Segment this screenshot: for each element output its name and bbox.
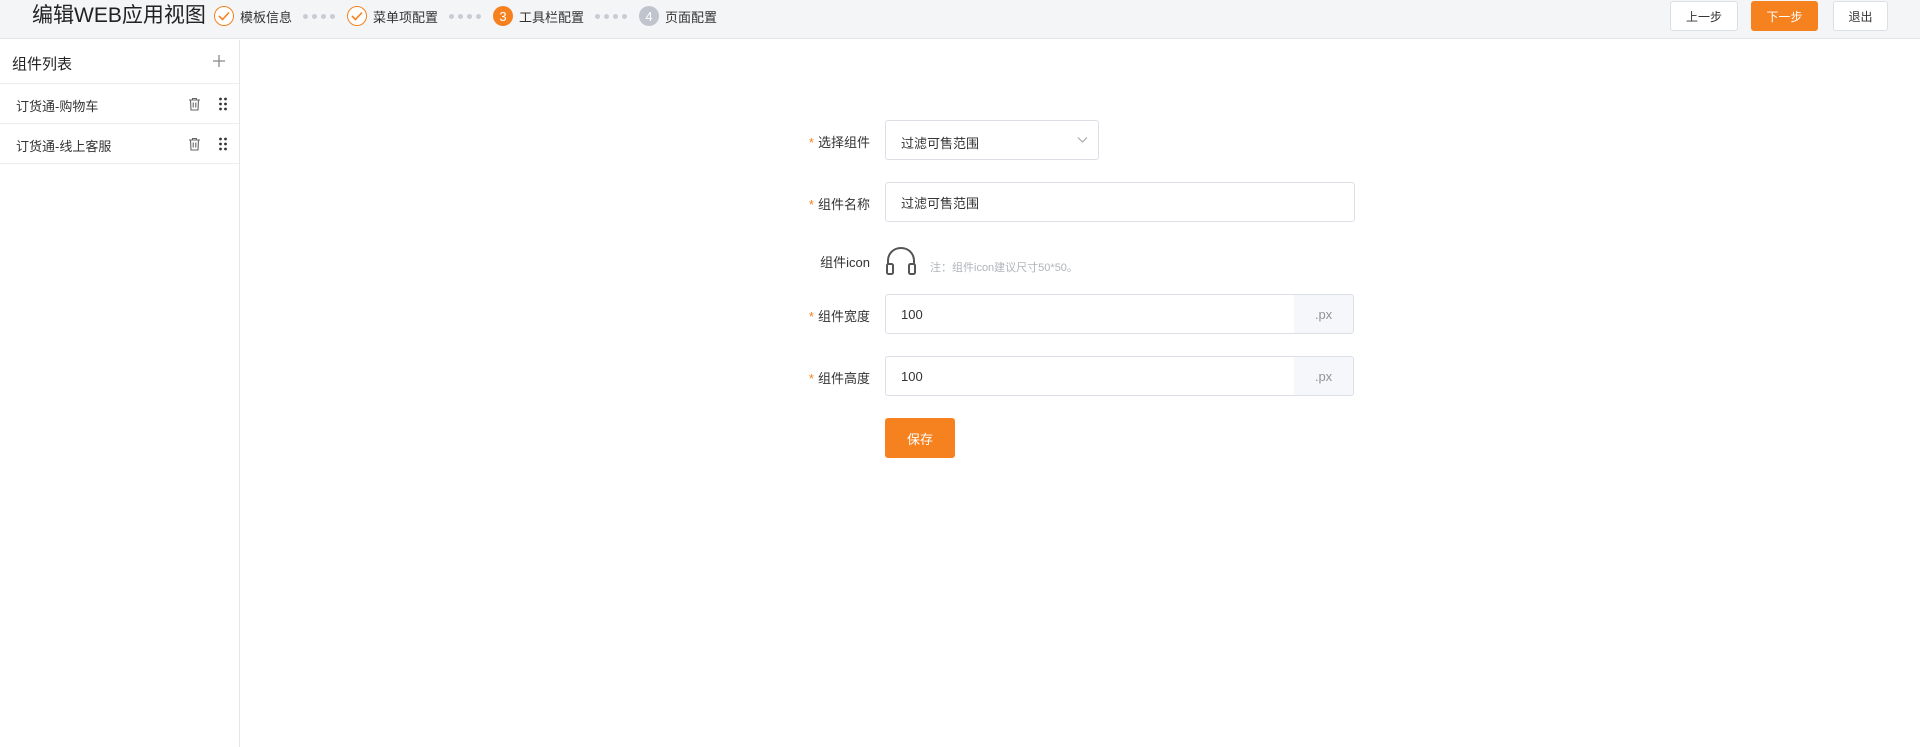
- field-label: 组件高度: [817, 371, 870, 386]
- list-item[interactable]: 订货通-线上客服: [0, 124, 239, 164]
- step-menu-config[interactable]: 菜单项配置: [347, 6, 438, 26]
- step-number: 3: [493, 6, 514, 26]
- step-connector: [449, 13, 482, 19]
- select-value: 过滤可售范围: [901, 136, 980, 151]
- step-label: 工具栏配置: [519, 9, 585, 25]
- step-connector: [303, 13, 336, 19]
- width-unit-addon: .px: [1294, 294, 1354, 334]
- trash-icon[interactable]: [188, 97, 201, 111]
- sidebar-header: 组件列表: [0, 40, 239, 84]
- field-label: 选择组件: [817, 135, 870, 150]
- chevron-down-icon: [1077, 137, 1088, 143]
- component-width-label: * 组件宽度: [760, 306, 870, 325]
- page-header: 编辑WEB应用视图 模板信息 菜单项配置 3 工具栏配置 4 页面配置 上一步 …: [0, 0, 1920, 39]
- required-mark: *: [808, 135, 814, 150]
- save-button[interactable]: 保存: [885, 418, 955, 458]
- icon-size-note: 注：组件icon建议尺寸50*50。: [930, 262, 1078, 274]
- plus-icon[interactable]: [211, 53, 227, 69]
- step-label: 模板信息: [240, 9, 293, 25]
- trash-icon[interactable]: [188, 137, 201, 151]
- height-unit-addon: .px: [1294, 356, 1354, 396]
- list-item-label: 订货通-购物车: [16, 99, 99, 114]
- step-page-config[interactable]: 4 页面配置: [639, 6, 717, 26]
- required-mark: *: [808, 197, 814, 212]
- drag-handle-icon[interactable]: [218, 97, 228, 111]
- component-name-label: * 组件名称: [760, 194, 870, 213]
- step-progress: 模板信息 菜单项配置 3 工具栏配置 4 页面配置: [214, 4, 717, 28]
- component-height-label: * 组件高度: [760, 368, 870, 387]
- page-title: 编辑WEB应用视图: [32, 4, 206, 27]
- step-number: 4: [639, 6, 660, 26]
- step-label: 页面配置: [665, 9, 718, 25]
- sidebar-title: 组件列表: [12, 56, 73, 73]
- drag-handle-icon[interactable]: [218, 137, 228, 151]
- step-template-info[interactable]: 模板信息: [214, 6, 292, 26]
- component-width-input[interactable]: [885, 294, 1295, 334]
- list-item[interactable]: 订货通-购物车: [0, 84, 239, 124]
- step-connector: [595, 13, 628, 19]
- required-mark: *: [808, 309, 814, 324]
- component-select[interactable]: 过滤可售范围: [885, 120, 1099, 160]
- check-icon: [214, 6, 234, 26]
- component-name-input[interactable]: [885, 182, 1355, 222]
- next-step-button[interactable]: 下一步: [1751, 1, 1818, 31]
- headphone-icon[interactable]: [885, 246, 917, 276]
- prev-step-button[interactable]: 上一步: [1670, 1, 1738, 31]
- exit-button[interactable]: 退出: [1833, 1, 1888, 31]
- required-mark: *: [808, 371, 814, 386]
- component-height-input[interactable]: [885, 356, 1295, 396]
- field-label: 组件宽度: [817, 309, 870, 324]
- component-icon-label: 组件icon: [820, 255, 870, 270]
- field-label: 组件名称: [817, 197, 870, 212]
- step-label: 菜单项配置: [373, 9, 439, 25]
- step-toolbar-config[interactable]: 3 工具栏配置: [493, 6, 584, 26]
- list-item-label: 订货通-线上客服: [16, 139, 112, 154]
- select-component-label: * 选择组件: [760, 132, 870, 151]
- check-icon: [347, 6, 368, 26]
- component-sidebar: 组件列表 订货通-购物车 订货通-线上客服: [0, 40, 240, 747]
